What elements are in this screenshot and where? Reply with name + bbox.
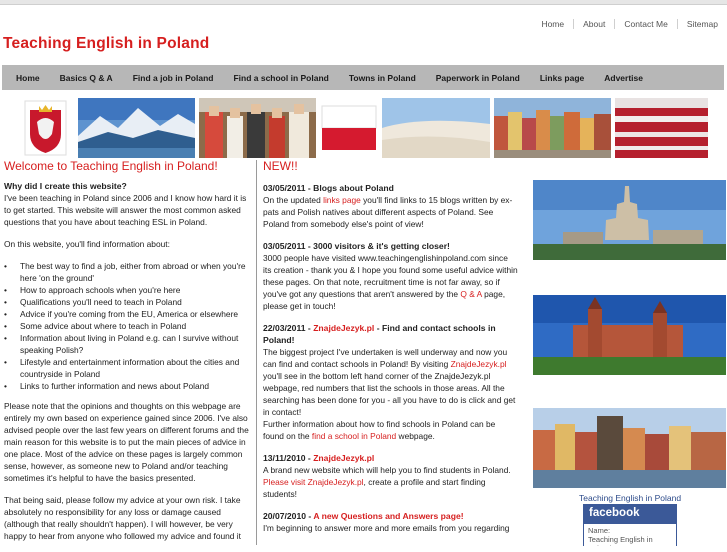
find-school-link[interactable]: find a school in Poland [312,431,396,441]
castle-image [533,295,726,375]
coat-of-arms-image [17,98,74,158]
visit-znajde-link[interactable]: Please visit ZnajdeJezyk.pl [263,477,364,487]
nav-find-job[interactable]: Find a job in Poland [123,73,224,83]
nav-find-school[interactable]: Find a school in Poland [223,73,338,83]
main-nav: Home Basics Q & A Find a job in Poland F… [2,65,724,90]
list-item: The best way to find a job, either from … [4,260,250,284]
why-heading: Why did I create this website? [4,181,127,191]
polish-flag-image [320,98,378,158]
top-border [0,0,727,5]
news-title-visitors: 03/05/2011 - 3000 visitors & it's gettin… [263,241,450,251]
column-divider [256,160,257,545]
news-title-students: 13/11/2010 - ZnajdeJezyk.pl [263,453,375,463]
facebook-logo[interactable]: facebook [584,505,676,524]
toplink-sitemap[interactable]: Sitemap [676,19,727,29]
qa-link[interactable]: Q & A [460,289,481,299]
nav-towns[interactable]: Towns in Poland [339,73,426,83]
links-page-link[interactable]: links page [323,195,361,205]
disclaimer-text: That being said, please follow my advice… [4,495,241,541]
why-text: I've been teaching in Poland since 2006 … [4,193,247,227]
list-item: Lifestyle and entertainment information … [4,356,250,380]
mountain-lake-image [78,98,195,158]
list-item: Advice if you're coming from the EU, Ame… [4,308,250,320]
toplink-home[interactable]: Home [532,19,573,29]
info-list: The best way to find a job, either from … [4,260,250,392]
gdansk-riverside-image [533,408,726,488]
news-body-znajde: The biggest project I've undertaken is w… [263,347,516,441]
toplink-about[interactable]: About [573,19,614,29]
nav-advertise[interactable]: Advertise [594,73,653,83]
nav-paperwork[interactable]: Paperwork in Poland [426,73,530,83]
old-town-square-image [494,98,611,158]
news-body-blogs: On the updated links page you'll find li… [263,195,513,229]
toplink-contact[interactable]: Contact Me [614,19,676,29]
znajde-title-link[interactable]: ZnajdeJezyk.pl [313,323,374,333]
list-item: How to approach schools when you're here [4,284,250,296]
list-item: Links to further information and news ab… [4,380,250,392]
top-links: Home About Contact Me Sitemap [532,19,727,29]
new-qa-link[interactable]: A new Questions and Answers page! [313,511,463,521]
welcome-column: Welcome to Teaching English in Poland! W… [4,160,250,552]
list-item: Some advice about where to teach in Pola… [4,320,250,332]
znajde-students-title-link[interactable]: ZnajdeJezyk.pl [313,453,374,463]
welcome-heading: Welcome to Teaching English in Poland! [4,159,218,173]
facebook-profile-name: Name:Teaching English in Poland [588,526,653,546]
photo-strip [17,98,708,158]
nav-basics[interactable]: Basics Q & A [50,73,123,83]
news-heading: NEW!! [263,159,298,173]
news-title-qa: 20/07/2010 - A new Questions and Answers… [263,511,464,521]
news-column: NEW!! 03/05/2011 - Blogs about Poland On… [263,160,518,544]
facebook-caption[interactable]: Teaching English in Poland [579,493,681,503]
nav-links[interactable]: Links page [530,73,594,83]
news-title-blogs: 03/05/2011 - Blogs about Poland [263,183,394,193]
opinion-note: Please note that the opinions and though… [4,401,249,483]
info-intro: On this website, you'll find information… [4,239,170,249]
list-item: Information about living in Poland e.g. … [4,332,250,356]
news-body-qa: I'm beginning to answer more and more em… [263,523,510,533]
site-title[interactable]: Teaching English in Poland [3,35,209,53]
news-body-students: A brand new website which will help you … [263,465,511,499]
list-item: Qualifications you'll need to teach in P… [4,296,250,308]
nav-home[interactable]: Home [2,73,50,83]
football-crowd-image [615,98,708,158]
palace-of-culture-image [533,180,726,260]
sand-dunes-image [382,98,490,158]
news-body-visitors: 3000 people have visited www.teachingeng… [263,253,518,311]
news-title-znajde: 22/03/2011 - ZnajdeJezyk.pl - Find and c… [263,323,496,345]
facebook-widget[interactable]: facebook Name:Teaching English in Poland [583,504,677,546]
folk-dancers-image [199,98,316,158]
znajde-link[interactable]: ZnajdeJezyk.pl [451,359,507,369]
